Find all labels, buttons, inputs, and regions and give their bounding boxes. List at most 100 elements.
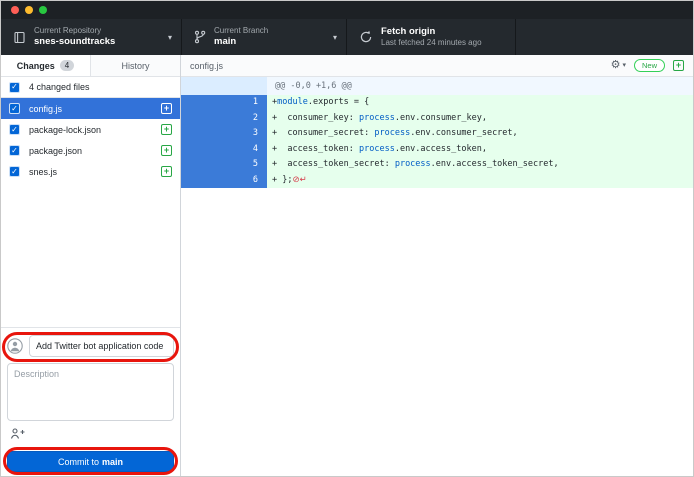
- diff-line-content: + };⊘↵: [267, 173, 693, 189]
- diff-line-content: + consumer_secret: process.env.consumer_…: [267, 126, 693, 142]
- diff-line: 3+ consumer_secret: process.env.consumer…: [181, 126, 693, 142]
- added-file-status-icon: +: [161, 145, 172, 156]
- file-checkbox[interactable]: ✓: [9, 124, 20, 135]
- commit-area: Commit to main: [1, 327, 180, 477]
- new-line-number: 2: [217, 111, 267, 127]
- repository-selector-text: Current Repository snes-soundtracks: [34, 26, 115, 48]
- fetch-title: Fetch origin: [381, 26, 482, 38]
- check-icon: ✓: [11, 83, 18, 91]
- diff-lines: 1+module.exports = {2+ consumer_key: pro…: [181, 95, 693, 188]
- fetch-subtitle: Last fetched 24 minutes ago: [381, 38, 482, 48]
- file-name: config.js: [29, 104, 62, 114]
- new-line-number: 3: [217, 126, 267, 142]
- tab-changes-label: Changes: [17, 61, 55, 71]
- diff-line-content: +module.exports = {: [267, 95, 693, 111]
- close-window-button[interactable]: [11, 6, 19, 14]
- user-avatar: [7, 338, 23, 354]
- old-line-number: [181, 95, 217, 111]
- file-name: snes.js: [29, 167, 57, 177]
- chevron-down-icon: ▾: [333, 33, 337, 42]
- sidebar-tabbar: Changes 4 History: [1, 55, 180, 77]
- diff-options-button[interactable]: ⚙ ▾: [611, 60, 626, 71]
- file-name: package.json: [29, 146, 82, 156]
- diff-line-gutter[interactable]: 6: [181, 173, 267, 189]
- new-line-number: 1: [217, 95, 267, 111]
- repo-icon: [13, 31, 26, 44]
- changes-count-badge: 4: [60, 60, 74, 71]
- content-area: Changes 4 History ✓ 4 changed files ✓ con…: [1, 55, 693, 477]
- hunk-header-text: @@ -0,0 +1,6 @@: [267, 77, 693, 95]
- coauthor-row: [7, 427, 174, 445]
- diff-line-gutter[interactable]: 3: [181, 126, 267, 142]
- hunk-gutter[interactable]: [181, 77, 267, 95]
- diff-line-content: + access_token: process.env.access_token…: [267, 142, 693, 158]
- diff-line: 1+module.exports = {: [181, 95, 693, 111]
- diff-line-content: + access_token_secret: process.env.acces…: [267, 157, 693, 173]
- tab-history-label: History: [121, 61, 149, 71]
- sidebar-empty-space: [1, 182, 180, 327]
- current-repository-dropdown[interactable]: Current Repository snes-soundtracks ▾: [1, 19, 181, 55]
- file-checkbox[interactable]: ✓: [9, 166, 20, 177]
- repository-label: Current Repository: [34, 26, 115, 36]
- changed-files-header: ✓ 4 changed files: [1, 77, 180, 98]
- file-row[interactable]: ✓ package-lock.json +: [1, 119, 180, 140]
- diff-line-content: + consumer_key: process.env.consumer_key…: [267, 111, 693, 127]
- add-coauthor-icon[interactable]: [10, 427, 26, 445]
- current-branch-dropdown[interactable]: Current Branch main ▾: [181, 19, 346, 55]
- file-checkbox[interactable]: ✓: [9, 103, 20, 114]
- hunk-header: @@ -0,0 +1,6 @@: [181, 77, 693, 95]
- old-line-number: [181, 142, 217, 158]
- diff-line-gutter[interactable]: 1: [181, 95, 267, 111]
- commit-description-textarea[interactable]: [7, 363, 174, 421]
- new-line-number: 6: [217, 173, 267, 189]
- diff-view: @@ -0,0 +1,6 @@ 1+module.exports = {2+ c…: [181, 77, 693, 477]
- file-checkbox[interactable]: ✓: [9, 145, 20, 156]
- file-name: package-lock.json: [29, 125, 101, 135]
- diff-line-gutter[interactable]: 5: [181, 157, 267, 173]
- select-all-checkbox[interactable]: ✓: [9, 82, 20, 93]
- added-file-status-icon: +: [161, 166, 172, 177]
- file-row[interactable]: ✓ snes.js +: [1, 161, 180, 182]
- repository-name: snes-soundtracks: [34, 36, 115, 48]
- zoom-window-button[interactable]: [39, 6, 47, 14]
- fetch-origin-button[interactable]: Fetch origin Last fetched 24 minutes ago: [346, 19, 516, 55]
- added-file-status-icon: +: [161, 124, 172, 135]
- github-desktop-window: Current Repository snes-soundtracks ▾ Cu…: [0, 0, 694, 477]
- diff-line-gutter[interactable]: 4: [181, 142, 267, 158]
- file-row[interactable]: ✓ config.js +: [1, 98, 180, 119]
- old-line-number: [181, 157, 217, 173]
- commit-summary-input[interactable]: [29, 335, 174, 357]
- new-file-badge: New: [634, 59, 665, 72]
- branch-name: main: [214, 36, 268, 48]
- minimize-window-button[interactable]: [25, 6, 33, 14]
- file-row[interactable]: ✓ package.json +: [1, 140, 180, 161]
- old-line-number: [181, 111, 217, 127]
- tab-changes[interactable]: Changes 4: [1, 55, 90, 76]
- diff-line: 4+ access_token: process.env.access_toke…: [181, 142, 693, 158]
- commit-button-branch: main: [102, 457, 123, 467]
- sync-icon: [359, 30, 373, 44]
- titlebar: [1, 1, 693, 19]
- commit-button-prefix: Commit to: [58, 457, 99, 467]
- changed-files-label: 4 changed files: [29, 82, 90, 92]
- branch-label: Current Branch: [214, 26, 268, 36]
- diff-line: 5+ access_token_secret: process.env.acce…: [181, 157, 693, 173]
- old-line-number: [181, 173, 217, 189]
- diff-line: 2+ consumer_key: process.env.consumer_ke…: [181, 111, 693, 127]
- branch-selector-text: Current Branch main: [214, 26, 268, 48]
- commit-summary-row: [7, 335, 174, 357]
- added-file-status-icon: +: [161, 103, 172, 114]
- sidebar: Changes 4 History ✓ 4 changed files ✓ con…: [1, 55, 181, 477]
- diff-line: 6+ };⊘↵: [181, 173, 693, 189]
- expand-diff-button[interactable]: +: [673, 60, 684, 71]
- tab-history[interactable]: History: [90, 55, 180, 76]
- commit-button[interactable]: Commit to main: [7, 451, 174, 472]
- diff-header-actions: ⚙ ▾ New +: [611, 59, 684, 72]
- branch-icon: [194, 30, 206, 44]
- old-line-number: [181, 126, 217, 142]
- diff-empty-area: [181, 188, 693, 477]
- diff-line-gutter[interactable]: 2: [181, 111, 267, 127]
- changed-file-list: ✓ config.js + ✓ package-lock.json + ✓ package.j…: [1, 98, 180, 182]
- diff-panel: config.js ⚙ ▾ New + @@ -0,0 +1,6 @@ 1+mo…: [181, 55, 693, 477]
- chevron-down-icon: ▾: [622, 62, 626, 69]
